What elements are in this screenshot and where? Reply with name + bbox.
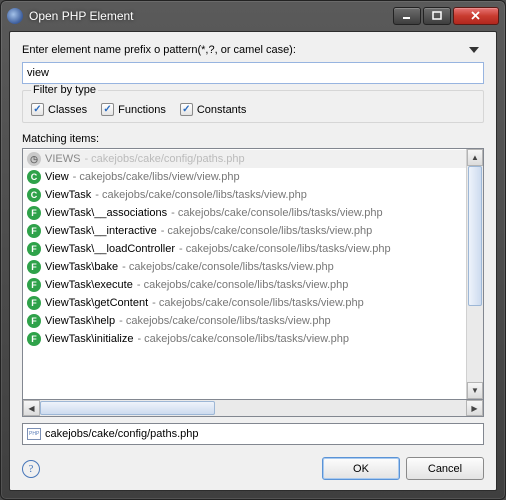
item-path: - cakejobs/cake/console/libs/tasks/view.… (122, 261, 334, 273)
item-path: - cakejobs/cake/console/libs/tasks/view.… (137, 333, 349, 345)
function-icon: F (27, 242, 41, 256)
function-icon: F (27, 260, 41, 274)
list-item[interactable]: F ViewTask\__interactive - cakejobs/cake/… (23, 222, 466, 240)
checkbox-icon: ✓ (31, 103, 44, 116)
item-name: ViewTask\initialize (45, 333, 133, 345)
item-name: View (45, 171, 69, 183)
function-icon: F (27, 314, 41, 328)
matching-items-label: Matching items: (22, 133, 484, 145)
item-path: - cakejobs/cake/console/libs/tasks/view.… (179, 243, 391, 255)
ok-button[interactable]: OK (322, 457, 400, 480)
ok-label: OK (353, 463, 369, 475)
list-item[interactable]: C View - cakejobs/cake/libs/view/view.php (23, 168, 466, 186)
cancel-label: Cancel (428, 463, 462, 475)
scroll-right-icon[interactable]: ▶ (466, 400, 483, 416)
item-name: ViewTask (45, 189, 91, 201)
item-path: - cakejobs/cake/console/libs/tasks/view.… (161, 225, 373, 237)
cancel-button[interactable]: Cancel (406, 457, 484, 480)
list-item[interactable]: F ViewTask\execute - cakejobs/cake/consol… (23, 276, 466, 294)
function-icon: F (27, 332, 41, 346)
vertical-scrollbar[interactable]: ▲ ▼ (466, 149, 483, 399)
list-item[interactable]: C ViewTask - cakejobs/cake/console/libs/t… (23, 186, 466, 204)
filter-classes-checkbox[interactable]: ✓ Classes (31, 103, 87, 116)
function-icon: F (27, 278, 41, 292)
item-name: ViewTask\execute (45, 279, 133, 291)
item-name: ViewTask\getContent (45, 297, 148, 309)
class-icon: C (27, 170, 41, 184)
item-name: ViewTask\__interactive (45, 225, 157, 237)
dialog-window: Open PHP Element Enter element name pref… (0, 0, 506, 500)
list-item[interactable]: F ViewTask\__loadController - cakejobs/ca… (23, 240, 466, 258)
php-file-icon (27, 428, 41, 440)
item-path: - cakejobs/cake/console/libs/tasks/view.… (95, 189, 307, 201)
checkbox-icon: ✓ (101, 103, 114, 116)
item-path: - cakejobs/cake/libs/view/view.php (73, 171, 240, 183)
status-bar: cakejobs/cake/config/paths.php (22, 423, 484, 445)
client-area: Enter element name prefix o pattern(*,?,… (9, 31, 497, 491)
item-path: - cakejobs/cake/config/paths.php (84, 153, 244, 165)
scroll-thumb[interactable] (40, 401, 215, 415)
scroll-up-icon[interactable]: ▲ (467, 149, 483, 166)
filter-classes-label: Classes (48, 104, 87, 116)
checkbox-icon: ✓ (180, 103, 193, 116)
filter-group: Filter by type ✓ Classes ✓ Functions ✓ C… (22, 90, 484, 123)
list-item[interactable]: F ViewTask\bake - cakejobs/cake/console/l… (23, 258, 466, 276)
status-path: cakejobs/cake/config/paths.php (45, 428, 199, 440)
maximize-button[interactable] (423, 7, 451, 25)
history-icon: ◷ (27, 152, 41, 166)
filter-legend: Filter by type (31, 84, 98, 96)
item-path: - cakejobs/cake/console/libs/tasks/view.… (137, 279, 349, 291)
help-icon[interactable]: ? (22, 460, 40, 478)
scroll-left-icon[interactable]: ◀ (23, 400, 40, 416)
item-name: ViewTask\bake (45, 261, 118, 273)
item-name: ViewTask\__associations (45, 207, 167, 219)
results-list[interactable]: ◷ VIEWS - cakejobs/cake/config/paths.php C… (22, 148, 484, 400)
app-icon (7, 8, 23, 24)
function-icon: F (27, 296, 41, 310)
list-item[interactable]: F ViewTask\getContent - cakejobs/cake/con… (23, 294, 466, 312)
minimize-button[interactable] (393, 7, 421, 25)
list-item[interactable]: F ViewTask\help - cakejobs/cake/console/l… (23, 312, 466, 330)
titlebar[interactable]: Open PHP Element (1, 1, 505, 31)
function-icon: F (27, 224, 41, 238)
filter-functions-checkbox[interactable]: ✓ Functions (101, 103, 166, 116)
horizontal-scrollbar[interactable]: ◀ ▶ (22, 400, 484, 417)
options-dropdown-icon[interactable] (464, 42, 484, 58)
list-item[interactable]: F ViewTask\initialize - cakejobs/cake/con… (23, 330, 466, 348)
scroll-down-icon[interactable]: ▼ (467, 382, 483, 399)
filter-constants-checkbox[interactable]: ✓ Constants (180, 103, 247, 116)
item-name: ViewTask\help (45, 315, 115, 327)
function-icon: F (27, 206, 41, 220)
item-name: VIEWS (45, 153, 80, 165)
filter-constants-label: Constants (197, 104, 247, 116)
prompt-label: Enter element name prefix o pattern(*,?,… (22, 44, 464, 56)
item-path: - cakejobs/cake/console/libs/tasks/view.… (119, 315, 331, 327)
class-icon: C (27, 188, 41, 202)
close-button[interactable] (453, 7, 499, 25)
item-path: - cakejobs/cake/console/libs/tasks/view.… (171, 207, 383, 219)
list-item[interactable]: ◷ VIEWS - cakejobs/cake/config/paths.php (23, 150, 466, 168)
window-title: Open PHP Element (29, 9, 391, 23)
scroll-thumb[interactable] (468, 166, 482, 306)
search-input[interactable] (22, 62, 484, 84)
item-path: - cakejobs/cake/console/libs/tasks/view.… (152, 297, 364, 309)
list-item[interactable]: F ViewTask\__associations - cakejobs/cake… (23, 204, 466, 222)
item-name: ViewTask\__loadController (45, 243, 175, 255)
filter-functions-label: Functions (118, 104, 166, 116)
